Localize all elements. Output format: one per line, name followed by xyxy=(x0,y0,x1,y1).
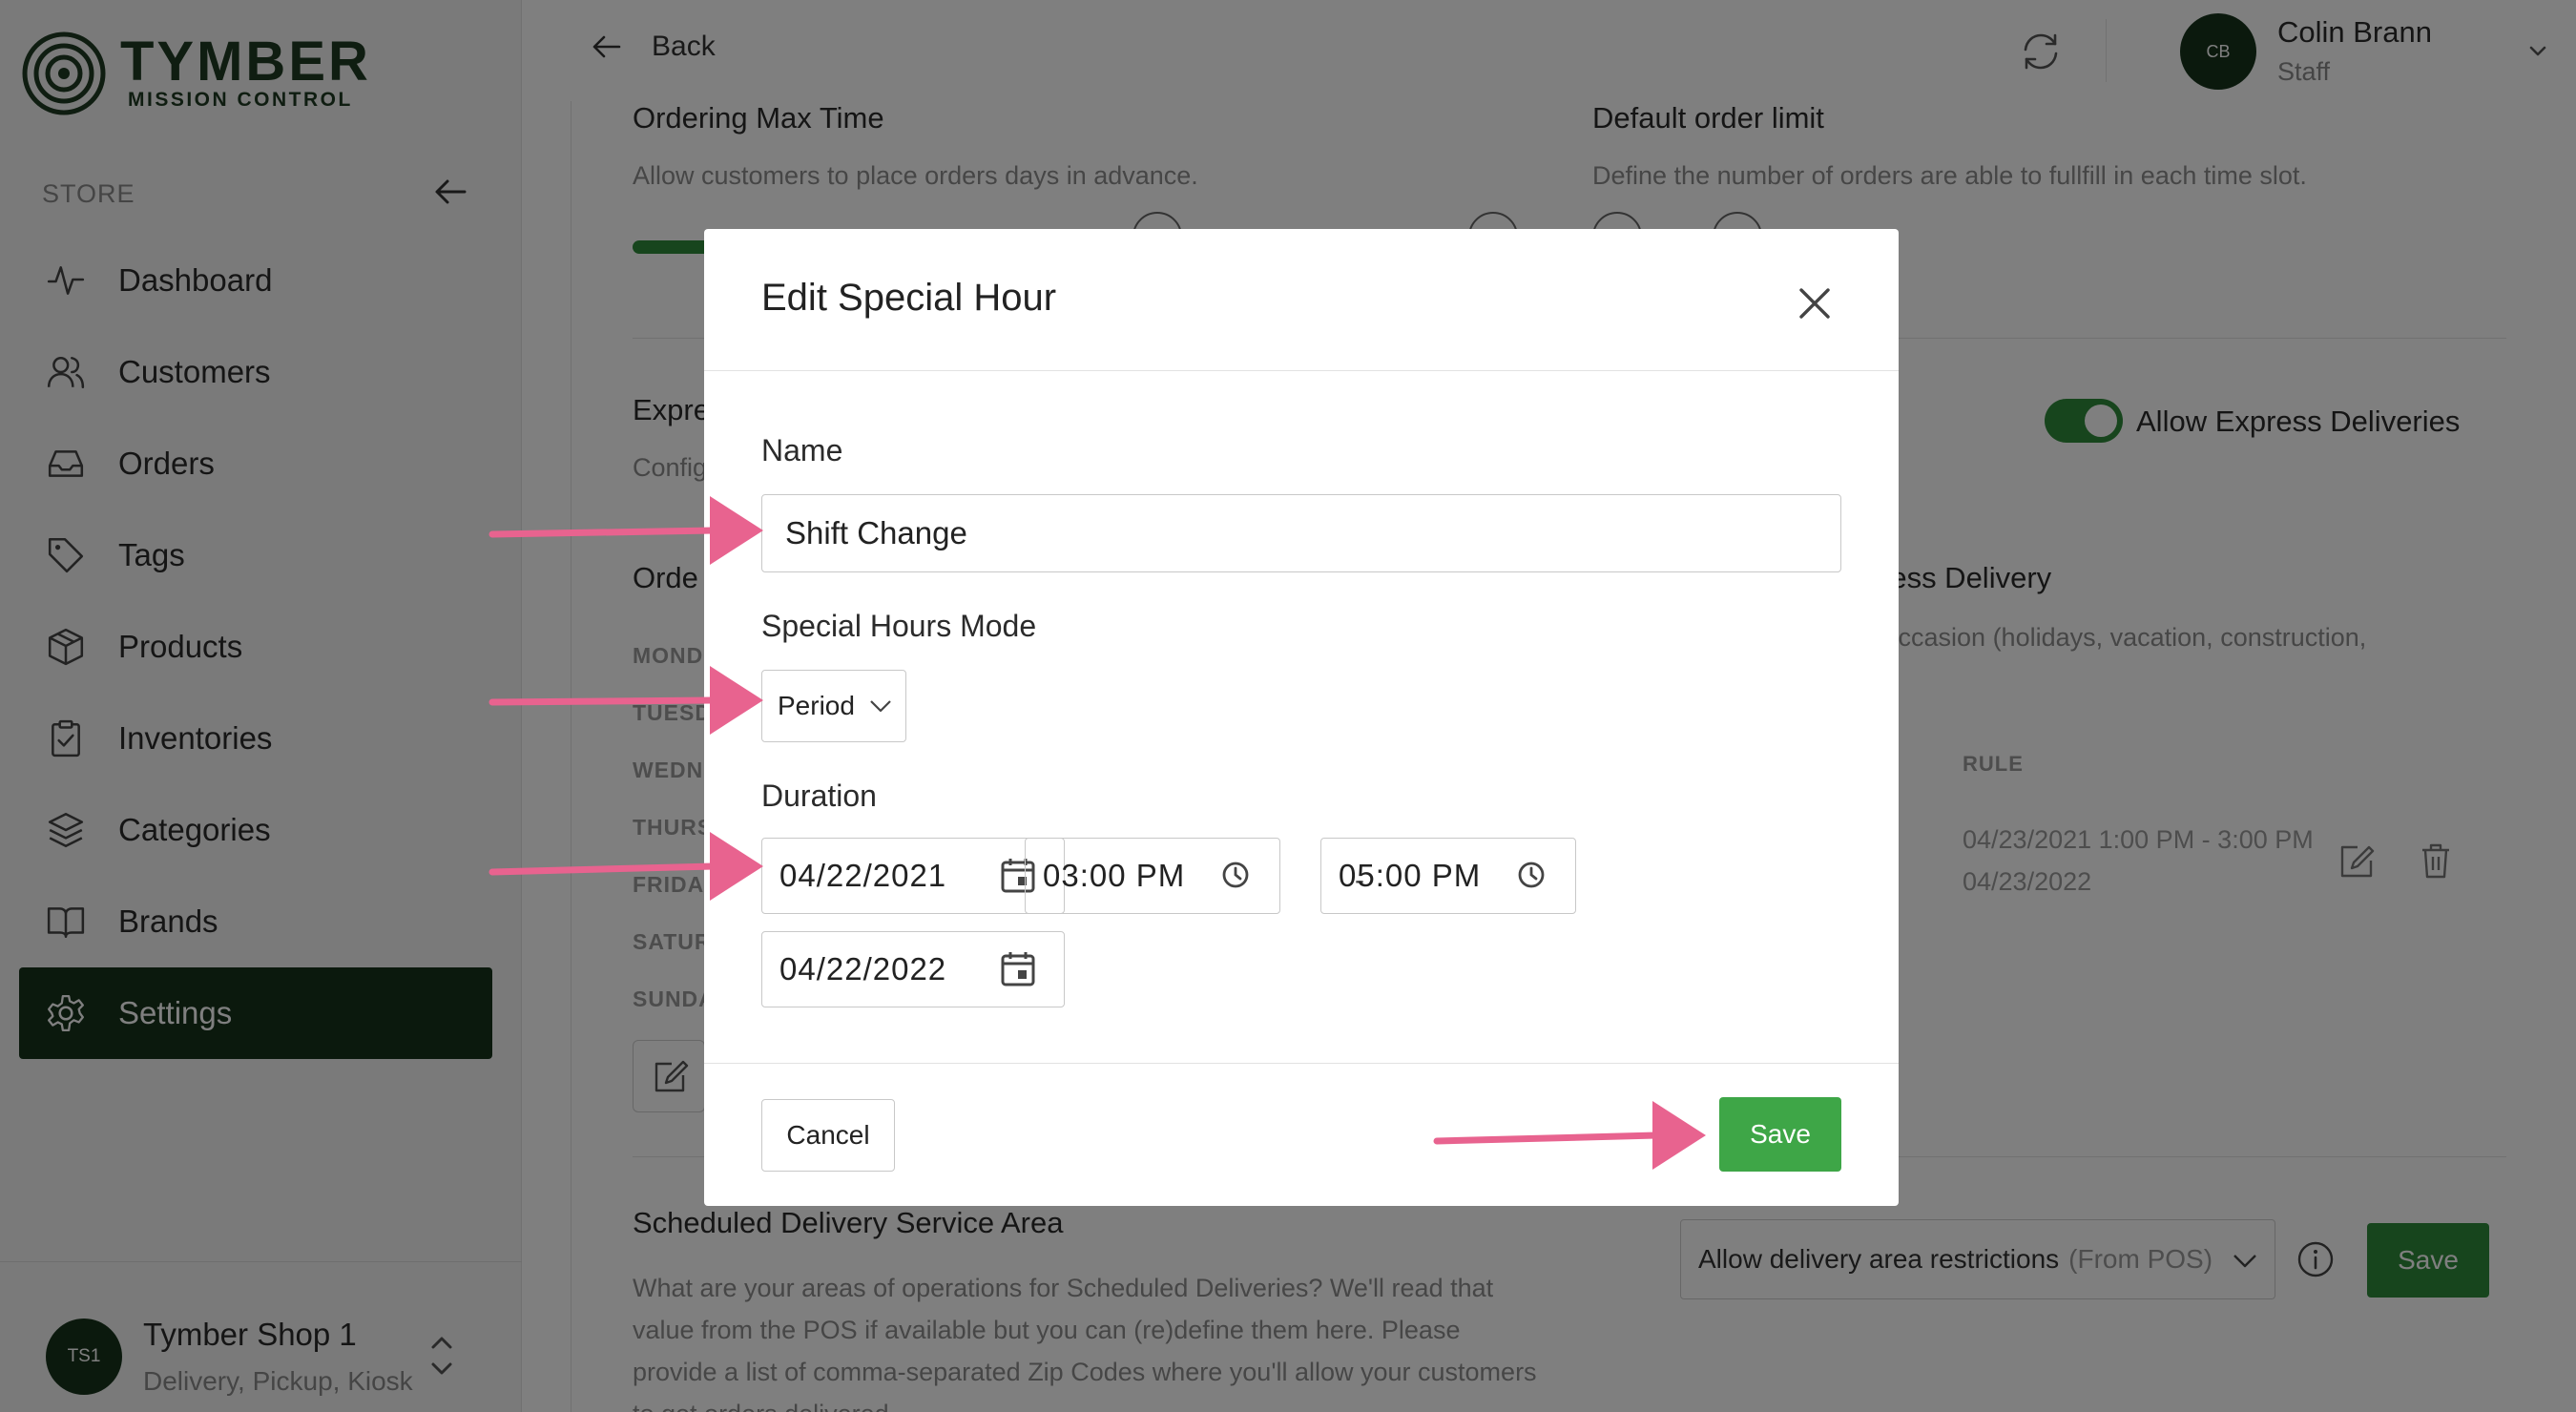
chevron-down-icon xyxy=(870,700,891,713)
end-time-value: 05:00 PM xyxy=(1339,858,1482,893)
start-time-input[interactable]: 03:00 PM xyxy=(1025,838,1280,914)
calendar-icon[interactable] xyxy=(999,949,1037,987)
start-time-value: 03:00 PM xyxy=(1043,858,1186,893)
cancel-button[interactable]: Cancel xyxy=(761,1099,895,1172)
end-date-input[interactable]: 04/22/2022 xyxy=(761,931,1065,1007)
mode-select-value: Period xyxy=(778,691,855,720)
start-date-input[interactable]: 04/22/2021 xyxy=(761,838,1065,914)
end-date-value: 04/22/2022 xyxy=(779,951,947,986)
clock-icon[interactable] xyxy=(1220,860,1251,890)
duration-label: Duration xyxy=(761,779,877,813)
name-label: Name xyxy=(761,433,843,467)
end-time-input[interactable]: 05:00 PM xyxy=(1320,838,1576,914)
dialog-footer-divider xyxy=(704,1063,1899,1064)
edit-special-hour-dialog: Edit Special Hour Name Shift Change Spec… xyxy=(704,229,1899,1206)
name-input[interactable]: Shift Change xyxy=(761,494,1841,572)
save-button[interactable]: Save xyxy=(1719,1097,1841,1172)
special-hours-mode-select[interactable]: Period xyxy=(761,670,906,742)
special-hours-mode-label: Special Hours Mode xyxy=(761,609,1037,643)
start-date-value: 04/22/2021 xyxy=(779,858,947,893)
dialog-header-divider xyxy=(704,370,1899,371)
close-icon[interactable] xyxy=(1792,280,1838,326)
clock-icon[interactable] xyxy=(1516,860,1547,890)
dialog-title: Edit Special Hour xyxy=(761,277,1057,319)
